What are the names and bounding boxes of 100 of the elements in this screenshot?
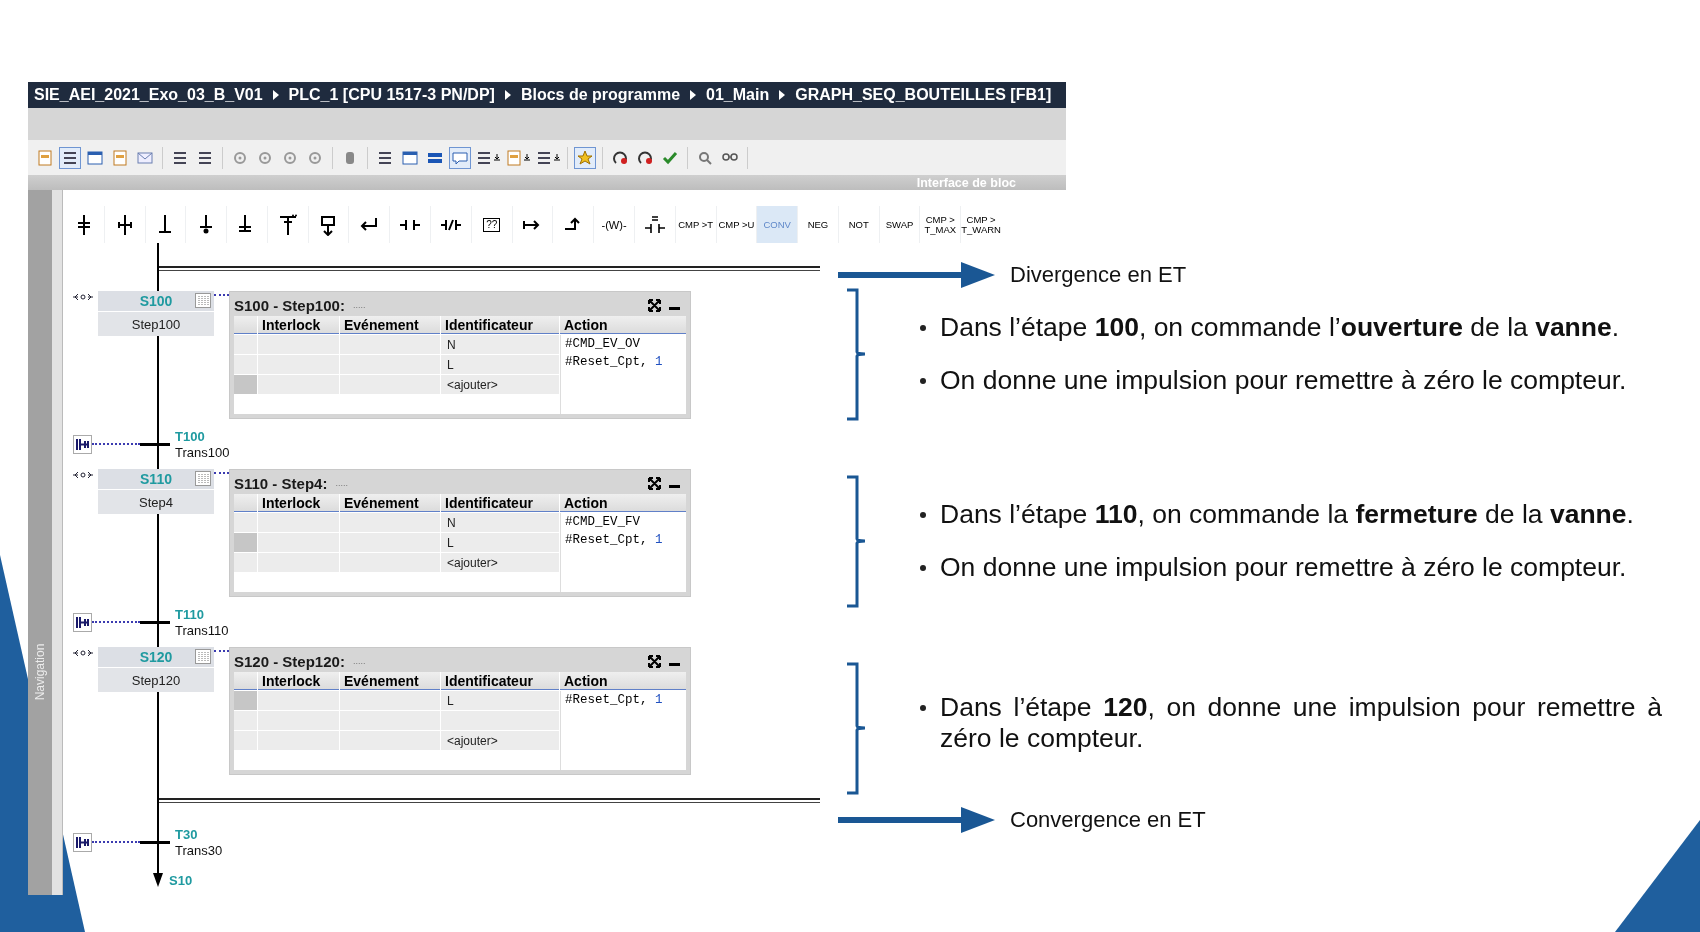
instruction-button[interactable]: SWAP — [879, 206, 920, 243]
step-number: S100 — [139, 293, 173, 309]
table-cell[interactable] — [340, 691, 440, 710]
column-header — [234, 494, 257, 512]
brace-icon — [845, 662, 867, 795]
table-cell[interactable]: L — [441, 533, 559, 552]
column-header — [234, 316, 257, 334]
table-cell[interactable]: N — [441, 513, 559, 532]
column-header: Evénement — [340, 672, 440, 690]
bullet-icon — [920, 325, 926, 331]
table-cell[interactable] — [258, 533, 339, 552]
transition-name[interactable]: Trans110 — [175, 622, 229, 638]
table-cell[interactable]: <ajouter> — [441, 731, 559, 750]
instruction-button[interactable]: CMP > T_WARN — [961, 206, 1001, 243]
instruction-button[interactable]: -(W)- — [594, 206, 634, 243]
toolbar-button[interactable] — [59, 146, 81, 169]
annotation-label: Convergence en ET — [1010, 807, 1206, 833]
step-name[interactable]: Step120 — [98, 667, 214, 692]
transition-bar — [140, 840, 170, 844]
breadcrumb-item[interactable]: PLC_1 [CPU 1517-3 PN/DP] — [288, 86, 495, 104]
chevron-icon — [272, 90, 279, 100]
brace-icon — [845, 475, 867, 608]
table-cell[interactable] — [441, 711, 559, 730]
dotted-connector — [92, 841, 140, 843]
bullet-icon — [920, 705, 926, 711]
bullet-text: Dans l’étape 100, on commande l’ouverture de la vanne. — [920, 312, 1662, 343]
connector-icon — [73, 471, 93, 479]
bullet-icon — [920, 378, 926, 384]
chevron-icon — [779, 90, 786, 100]
instruction-button[interactable]: CMP >T — [675, 206, 716, 243]
condition-button[interactable] — [73, 434, 92, 454]
grid-icon — [195, 649, 211, 664]
compare-contact-icon — [643, 213, 666, 236]
document-icon — [36, 148, 54, 167]
transition-name[interactable]: Trans30 — [175, 842, 223, 858]
action-text: #CMD_EV_OV — [565, 337, 641, 351]
table-cell[interactable]: <ajouter> — [441, 553, 559, 572]
table-cell[interactable] — [258, 335, 339, 354]
minimize-icon — [669, 663, 680, 666]
table-cell[interactable]: L — [441, 691, 559, 710]
chevron-icon — [690, 90, 697, 100]
table-cell[interactable]: N — [441, 335, 559, 354]
contact-icon — [76, 835, 89, 849]
bullet-text: Dans l’étape 120, on donne une impulsion pour remettre à zéro le compteur. — [920, 692, 1662, 754]
connector-icon — [73, 649, 93, 657]
instruction-button[interactable]: ?? — [471, 206, 512, 243]
box-label: ?? — [483, 217, 501, 232]
chevron-icon — [504, 90, 511, 100]
condition-button[interactable] — [73, 832, 92, 852]
step-name[interactable]: Step4 — [98, 489, 214, 514]
condition-button[interactable] — [73, 612, 92, 632]
table-cell[interactable] — [258, 375, 339, 394]
annotation-label: Divergence en ET — [1010, 262, 1187, 288]
dropdown-icon — [494, 154, 500, 161]
expand-icon — [648, 298, 661, 312]
expand-icon — [648, 476, 661, 490]
panel-title: S100 - Step100: — [234, 296, 345, 314]
window-icon — [401, 148, 419, 167]
table-cell[interactable]: <ajouter> — [441, 375, 559, 394]
instruction-button[interactable]: NOT — [838, 206, 879, 243]
dropdown-icon — [554, 154, 560, 161]
table-cell[interactable] — [340, 513, 440, 532]
column-header: Identificateur — [441, 672, 559, 690]
column-header — [234, 672, 257, 690]
bullet-text: On donne une impulsion pour remettre à zéro le compteur. — [920, 365, 1662, 396]
dotted-connector — [92, 443, 140, 445]
table-cell[interactable]: L — [441, 355, 559, 374]
table-cell[interactable] — [258, 691, 339, 710]
transition-name[interactable]: Trans100 — [175, 444, 230, 460]
connector-icon — [73, 293, 93, 301]
table-cell[interactable] — [258, 553, 339, 572]
bullet-icon — [920, 565, 926, 571]
star-icon — [576, 148, 594, 167]
table-cell[interactable] — [258, 355, 339, 374]
instruction-button[interactable]: CMP >U — [716, 206, 757, 243]
breadcrumb-item[interactable]: 01_Main — [706, 86, 770, 104]
breadcrumb-item[interactable]: SIE_AEI_2021_Exo_03_B_V01 — [34, 86, 263, 104]
step-name[interactable]: Step100 — [98, 311, 214, 336]
column-header: Action — [560, 494, 686, 512]
column-header: Identificateur — [441, 316, 559, 334]
minimize-icon — [669, 307, 680, 310]
panel-title: S110 - Step4: — [234, 474, 328, 492]
instruction-button[interactable]: NEG — [798, 206, 838, 243]
scrollbar[interactable] — [52, 190, 63, 895]
bullet-text: On donne une impulsion pour remettre à zéro le compteur. — [920, 552, 1662, 583]
table-cell[interactable] — [258, 711, 339, 730]
window-icon — [86, 148, 104, 167]
expand-icon — [648, 654, 661, 668]
column-header: Action — [560, 672, 686, 690]
table-cell[interactable] — [258, 513, 339, 532]
breadcrumb-item[interactable]: GRAPH_SEQ_BOUTEILLES [FB1] — [795, 86, 1052, 104]
bullet-text: Dans l’étape 110, on commande la fermeture de la vanne. — [920, 499, 1662, 530]
instruction-button[interactable]: CMP > T_MAX — [920, 206, 961, 243]
contact-icon — [76, 437, 89, 451]
column-header: Interlock — [258, 316, 339, 334]
transition-bar — [140, 442, 170, 446]
table-cell[interactable] — [340, 335, 440, 354]
column-header: Evénement — [340, 316, 440, 334]
step-number: S120 — [139, 649, 173, 665]
breadcrumb-item[interactable]: Blocs de programme — [520, 86, 681, 104]
